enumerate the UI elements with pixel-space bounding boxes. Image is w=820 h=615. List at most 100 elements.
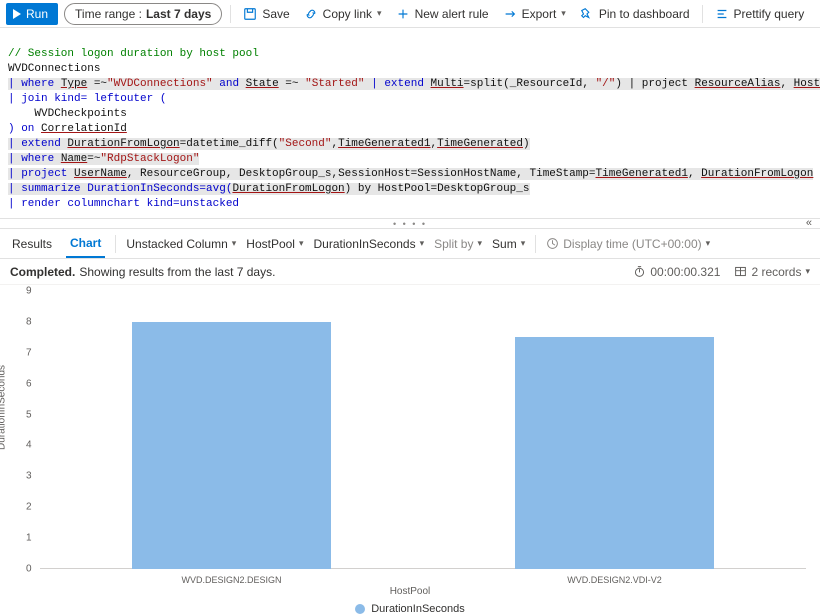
q-tok: =~ <box>279 78 305 90</box>
collapse-icon[interactable]: « <box>806 217 812 229</box>
legend-label: DurationInSeconds <box>371 603 465 615</box>
q-tok: =~ <box>87 78 107 90</box>
save-button[interactable]: Save <box>239 3 293 25</box>
format-icon <box>715 7 729 21</box>
chart-split-dropdown[interactable]: Split by▾ <box>434 237 482 251</box>
q-tok: "Second" <box>279 138 332 150</box>
prettify-label: Prettify query <box>734 7 805 21</box>
q-tok: DurationFromLogon <box>67 138 179 150</box>
q-tok: | where <box>8 78 61 90</box>
bar[interactable] <box>132 322 331 569</box>
chevron-down-icon: ▾ <box>299 238 304 249</box>
splitter[interactable]: • • • • « <box>0 219 820 229</box>
time-range-prefix: Time range : <box>75 7 142 21</box>
y-axis-label: DurationInSeconds <box>0 365 8 450</box>
table-icon <box>734 265 747 278</box>
copy-link-label: Copy link <box>323 7 372 21</box>
tab-chart[interactable]: Chart <box>66 230 105 258</box>
q-tok: , <box>780 78 793 90</box>
q-line: | join kind= leftouter ( <box>8 93 166 105</box>
q-tok: | extend <box>8 138 67 150</box>
chart-y-dropdown[interactable]: DurationInSeconds ▾ <box>314 237 425 251</box>
chart-y-label: DurationInSeconds <box>314 237 416 251</box>
q-tok: =~ <box>87 153 100 165</box>
record-count[interactable]: 2 records ▾ <box>734 265 810 279</box>
chart-area: DurationInSeconds 0123456789WVD.DESIGN2.… <box>0 285 820 615</box>
chevron-down-icon: ▾ <box>420 238 425 249</box>
q-tok: =datetime_diff( <box>180 138 279 150</box>
q-line: WVDConnections <box>8 63 100 75</box>
bar[interactable] <box>515 337 714 569</box>
y-tick: 7 <box>26 347 32 358</box>
chart-x-label: HostPool <box>246 237 295 251</box>
display-time-dropdown[interactable]: Display time (UTC+00:00) ▾ <box>546 237 710 251</box>
y-tick: 5 <box>26 409 32 420</box>
link-icon <box>304 7 318 21</box>
records-value: 2 records <box>751 265 801 279</box>
q-tok: ) by HostPool=DesktopGroup_s <box>345 183 530 195</box>
separator <box>702 5 703 23</box>
q-tok: TimeGenerated1 <box>338 138 430 150</box>
q-tok: , <box>688 168 701 180</box>
pin-label: Pin to dashboard <box>599 7 690 21</box>
separator <box>230 5 231 23</box>
q-tok: "RdpStackLogon" <box>100 153 199 165</box>
q-tok: Type <box>61 78 87 90</box>
status-bar: Completed. Showing results from the last… <box>0 259 820 285</box>
chevron-down-icon: ▾ <box>377 8 382 19</box>
export-label: Export <box>522 7 557 21</box>
y-tick: 9 <box>26 286 32 297</box>
y-tick: 0 <box>26 564 32 575</box>
chart-type-dropdown[interactable]: Unstacked Column ▾ <box>126 237 236 251</box>
clock-icon <box>546 237 559 250</box>
save-label: Save <box>262 7 289 21</box>
q-tok: and <box>213 78 246 90</box>
q-line: | render columnchart kind=unstacked <box>8 198 239 210</box>
y-tick: 2 <box>26 502 32 513</box>
q-tok: DurationFromLogon <box>701 168 813 180</box>
q-tok: HostPool <box>794 78 820 90</box>
display-time-label: Display time (UTC+00:00) <box>563 237 701 251</box>
query-editor[interactable]: // Session logon duration by host pool W… <box>0 28 820 219</box>
chevron-down-icon: ▾ <box>561 8 566 19</box>
export-icon <box>503 7 517 21</box>
elapsed-time: 00:00:00.321 <box>633 265 720 279</box>
time-range-picker[interactable]: Time range : Last 7 days <box>64 3 222 25</box>
chart-legend: DurationInSeconds <box>0 603 820 615</box>
q-tok: ) on <box>8 123 41 135</box>
y-tick: 1 <box>26 533 32 544</box>
chevron-down-icon: ▾ <box>232 238 237 249</box>
chevron-down-icon: ▾ <box>521 238 526 249</box>
save-icon <box>243 7 257 21</box>
q-line: WVDCheckpoints <box>8 108 127 120</box>
y-tick: 3 <box>26 471 32 482</box>
chart-x-dropdown[interactable]: HostPool ▾ <box>246 237 303 251</box>
q-tok: CorrelationId <box>41 123 127 135</box>
export-button[interactable]: Export ▾ <box>499 3 570 25</box>
chart-split-label: Split by <box>434 237 473 251</box>
chart-type-label: Unstacked Column <box>126 237 227 251</box>
elapsed-value: 00:00:00.321 <box>650 265 720 279</box>
legend-swatch <box>355 604 365 614</box>
pin-button[interactable]: Pin to dashboard <box>576 3 694 25</box>
y-tick: 8 <box>26 316 32 327</box>
chevron-down-icon: ▾ <box>706 238 711 249</box>
status-completed: Completed. <box>10 265 75 279</box>
chart-agg-label: Sum <box>492 237 517 251</box>
run-button[interactable]: Run <box>6 3 58 25</box>
chart-agg-dropdown[interactable]: Sum ▾ <box>492 237 525 251</box>
q-tok: Name <box>61 153 87 165</box>
query-toolbar: Run Time range : Last 7 days Save Copy l… <box>0 0 820 28</box>
new-alert-button[interactable]: New alert rule <box>392 3 493 25</box>
status-subtitle: Showing results from the last 7 days. <box>79 265 275 279</box>
y-tick: 4 <box>26 440 32 451</box>
q-tok: DurationFromLogon <box>232 183 344 195</box>
prettify-button[interactable]: Prettify query <box>711 3 809 25</box>
tab-results[interactable]: Results <box>8 231 56 257</box>
chevron-down-icon: ▾ <box>805 266 810 277</box>
copy-link-button[interactable]: Copy link ▾ <box>300 3 386 25</box>
q-tok: | where <box>8 153 61 165</box>
q-line: // Session logon duration by host pool <box>8 48 259 60</box>
q-tok: Multi <box>431 78 464 90</box>
plus-icon <box>396 7 410 21</box>
